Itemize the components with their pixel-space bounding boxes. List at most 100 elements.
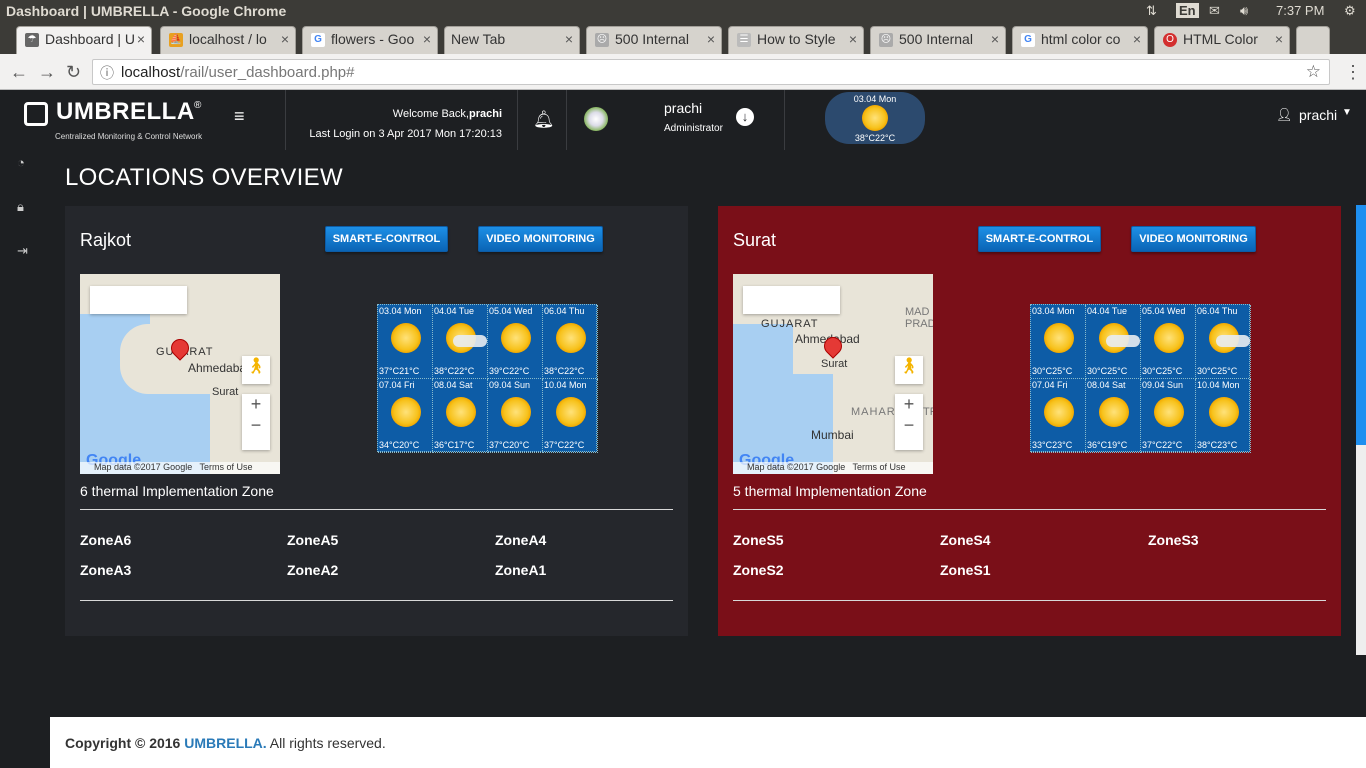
bell-icon[interactable]: 🔔︎ [533,110,555,130]
forecast-day: 08.04 Sat [1087,380,1126,390]
footer: Copyright © 2016 UMBRELLA. All rights re… [50,717,1366,768]
tab-phpmyadmin[interactable]: ⛵ localhost / lo × [160,26,296,54]
keyboard-lang-indicator[interactable]: En [1176,3,1199,18]
address-bar[interactable]: ⓘ localhost/rail/user_dashboard.php# ☆ [92,59,1330,85]
forecast-day: 06.04 Thu [544,306,585,316]
forecast-day-cell: 04.04 Tue 30°C25°C [1086,305,1141,379]
zoom-in-button[interactable]: + [895,394,923,415]
forward-arrow-icon[interactable]: → [38,62,56,83]
tab-html-color-codes[interactable]: Ghtml color co × [1012,26,1148,54]
account-menu[interactable]: prachi [1299,107,1337,123]
terms-of-use-link[interactable]: Terms of Use [200,462,253,472]
tab-how-to-style[interactable]: ☰ How to Style × [728,26,864,54]
mail-icon[interactable]: ✉ [1209,3,1220,19]
zone-link[interactable]: ZoneA1 [495,562,546,578]
video-monitoring-button[interactable]: VIDEO MONITORING [1131,226,1256,252]
street-view-pegman-icon[interactable]: 🚶︎ [242,356,270,384]
zone-link[interactable]: ZoneS5 [733,532,784,548]
terms-of-use-link[interactable]: Terms of Use [853,462,906,472]
download-circle-icon[interactable]: ↓ [736,108,754,126]
bookmark-star-icon[interactable]: ☆ [1306,62,1321,82]
reload-icon[interactable]: ↻ [66,62,81,83]
info-icon[interactable]: ⓘ [100,63,114,83]
close-icon[interactable]: × [991,31,999,47]
close-icon[interactable]: × [849,31,857,47]
tab-label: HTML Color [1183,31,1258,47]
volume-icon[interactable]: 🔊︎ [1240,3,1248,19]
network-transfer-icon[interactable]: ⇅ [1146,3,1157,19]
close-icon[interactable]: × [565,31,573,47]
close-icon[interactable]: × [1133,31,1141,47]
close-icon[interactable]: × [137,31,145,47]
lock-icon[interactable]: 🔒︎ [17,199,24,215]
scrollbar-thumb[interactable] [1356,205,1366,445]
map-type-satellite-button[interactable]: Satellite [783,286,840,314]
user-icon[interactable]: 👤︎ [1276,107,1293,123]
tab-500-error-1[interactable]: ☹ 500 Internal × [586,26,722,54]
smart-e-control-button[interactable]: SMART-E-CONTROL [325,226,448,252]
footer-brand-link[interactable]: UMBRELLA. [184,735,266,751]
page-scrollbar[interactable] [1356,205,1366,655]
zone-link[interactable]: ZoneS1 [940,562,991,578]
zoom-out-button[interactable]: − [242,415,270,436]
zone-link[interactable]: ZoneA4 [495,532,546,548]
zoom-in-button[interactable]: + [242,394,270,415]
tab-html-color[interactable]: O HTML Color × [1154,26,1290,54]
smart-e-control-button[interactable]: SMART-E-CONTROL [978,226,1101,252]
main-content: LOCATIONS OVERVIEW Rajkot SMART-E-CONTRO… [50,150,1356,717]
zone-link[interactable]: ZoneA5 [287,532,338,548]
forecast-day: 08.04 Sat [434,380,473,390]
logout-icon[interactable]: ⇥ [17,243,28,259]
cloud-icon [1106,335,1140,347]
location-map[interactable]: MapSatellite GUJARAT Ahmedaba Surat 🚶︎ +… [80,274,280,474]
zone-link[interactable]: ZoneA6 [80,532,131,548]
forecast-day: 03.04 Mon [1032,306,1075,316]
umbrella-logo[interactable]: UMBRELLA ® Centralized Monitoring & Contr… [24,98,202,141]
close-icon[interactable]: × [707,31,715,47]
hamburger-menu-icon[interactable]: ≡ [234,106,245,127]
avatar[interactable] [584,107,608,131]
close-icon[interactable]: × [423,31,431,47]
tab-new-tab[interactable]: New Tab × [444,26,580,54]
user-name: prachi [664,100,703,116]
map-type-map-button[interactable]: Map [90,286,130,314]
tab-label: How to Style [757,31,836,47]
clock[interactable]: 7:37 PM [1276,3,1324,18]
map-label: Mumbai [811,428,854,442]
tab-label: New Tab [451,31,506,47]
dashboard-gauge-icon[interactable]: ◔ [17,155,25,170]
zone-link[interactable]: ZoneS4 [940,532,991,548]
tab-flowers[interactable]: Gflowers - Goo × [302,26,438,54]
close-icon[interactable]: × [281,31,289,47]
tab-label: 500 Internal [899,31,973,47]
map-zoom-control: + − [242,394,270,450]
tab-500-error-2[interactable]: ☹ 500 Internal × [870,26,1006,54]
sun-icon [501,323,531,353]
map-type-map-button[interactable]: Map [743,286,783,314]
new-tab-button[interactable] [1296,26,1330,54]
tab-label: flowers - Goo [331,31,415,47]
sun-icon [556,397,586,427]
zone-link[interactable]: ZoneA2 [287,562,338,578]
copyright-text: Copyright © 2016 [65,735,181,751]
street-view-pegman-icon[interactable]: 🚶︎ [895,356,923,384]
close-icon[interactable]: × [1275,31,1283,47]
settings-gear-icon[interactable]: ⚙ [1344,3,1356,19]
video-monitoring-button[interactable]: VIDEO MONITORING [478,226,603,252]
zoom-out-button[interactable]: − [895,415,923,436]
forecast-day-cell: 05.04 Wed 30°C25°C [1141,305,1196,379]
zone-link[interactable]: ZoneS3 [1148,532,1199,548]
map-label: Ahmedaba [188,361,247,375]
rights-text: All rights reserved. [269,735,386,751]
map-type-control: Map Satellite [743,286,841,314]
map-type-satellite-button[interactable]: Satellite [130,286,187,314]
chrome-menu-icon[interactable]: ⋮ [1344,62,1362,83]
back-arrow-icon[interactable]: ← [10,62,28,83]
tab-dashboard[interactable]: ☂ Dashboard | U × [16,26,152,54]
caret-down-icon[interactable]: ▼ [1342,107,1352,118]
divider [733,600,1326,601]
location-map[interactable]: MapSatellite GUJARAT Ahmedabad Surat MAD… [733,274,933,474]
zone-link[interactable]: ZoneA3 [80,562,131,578]
zone-link[interactable]: ZoneS2 [733,562,784,578]
map-label: PRAD [905,318,933,330]
